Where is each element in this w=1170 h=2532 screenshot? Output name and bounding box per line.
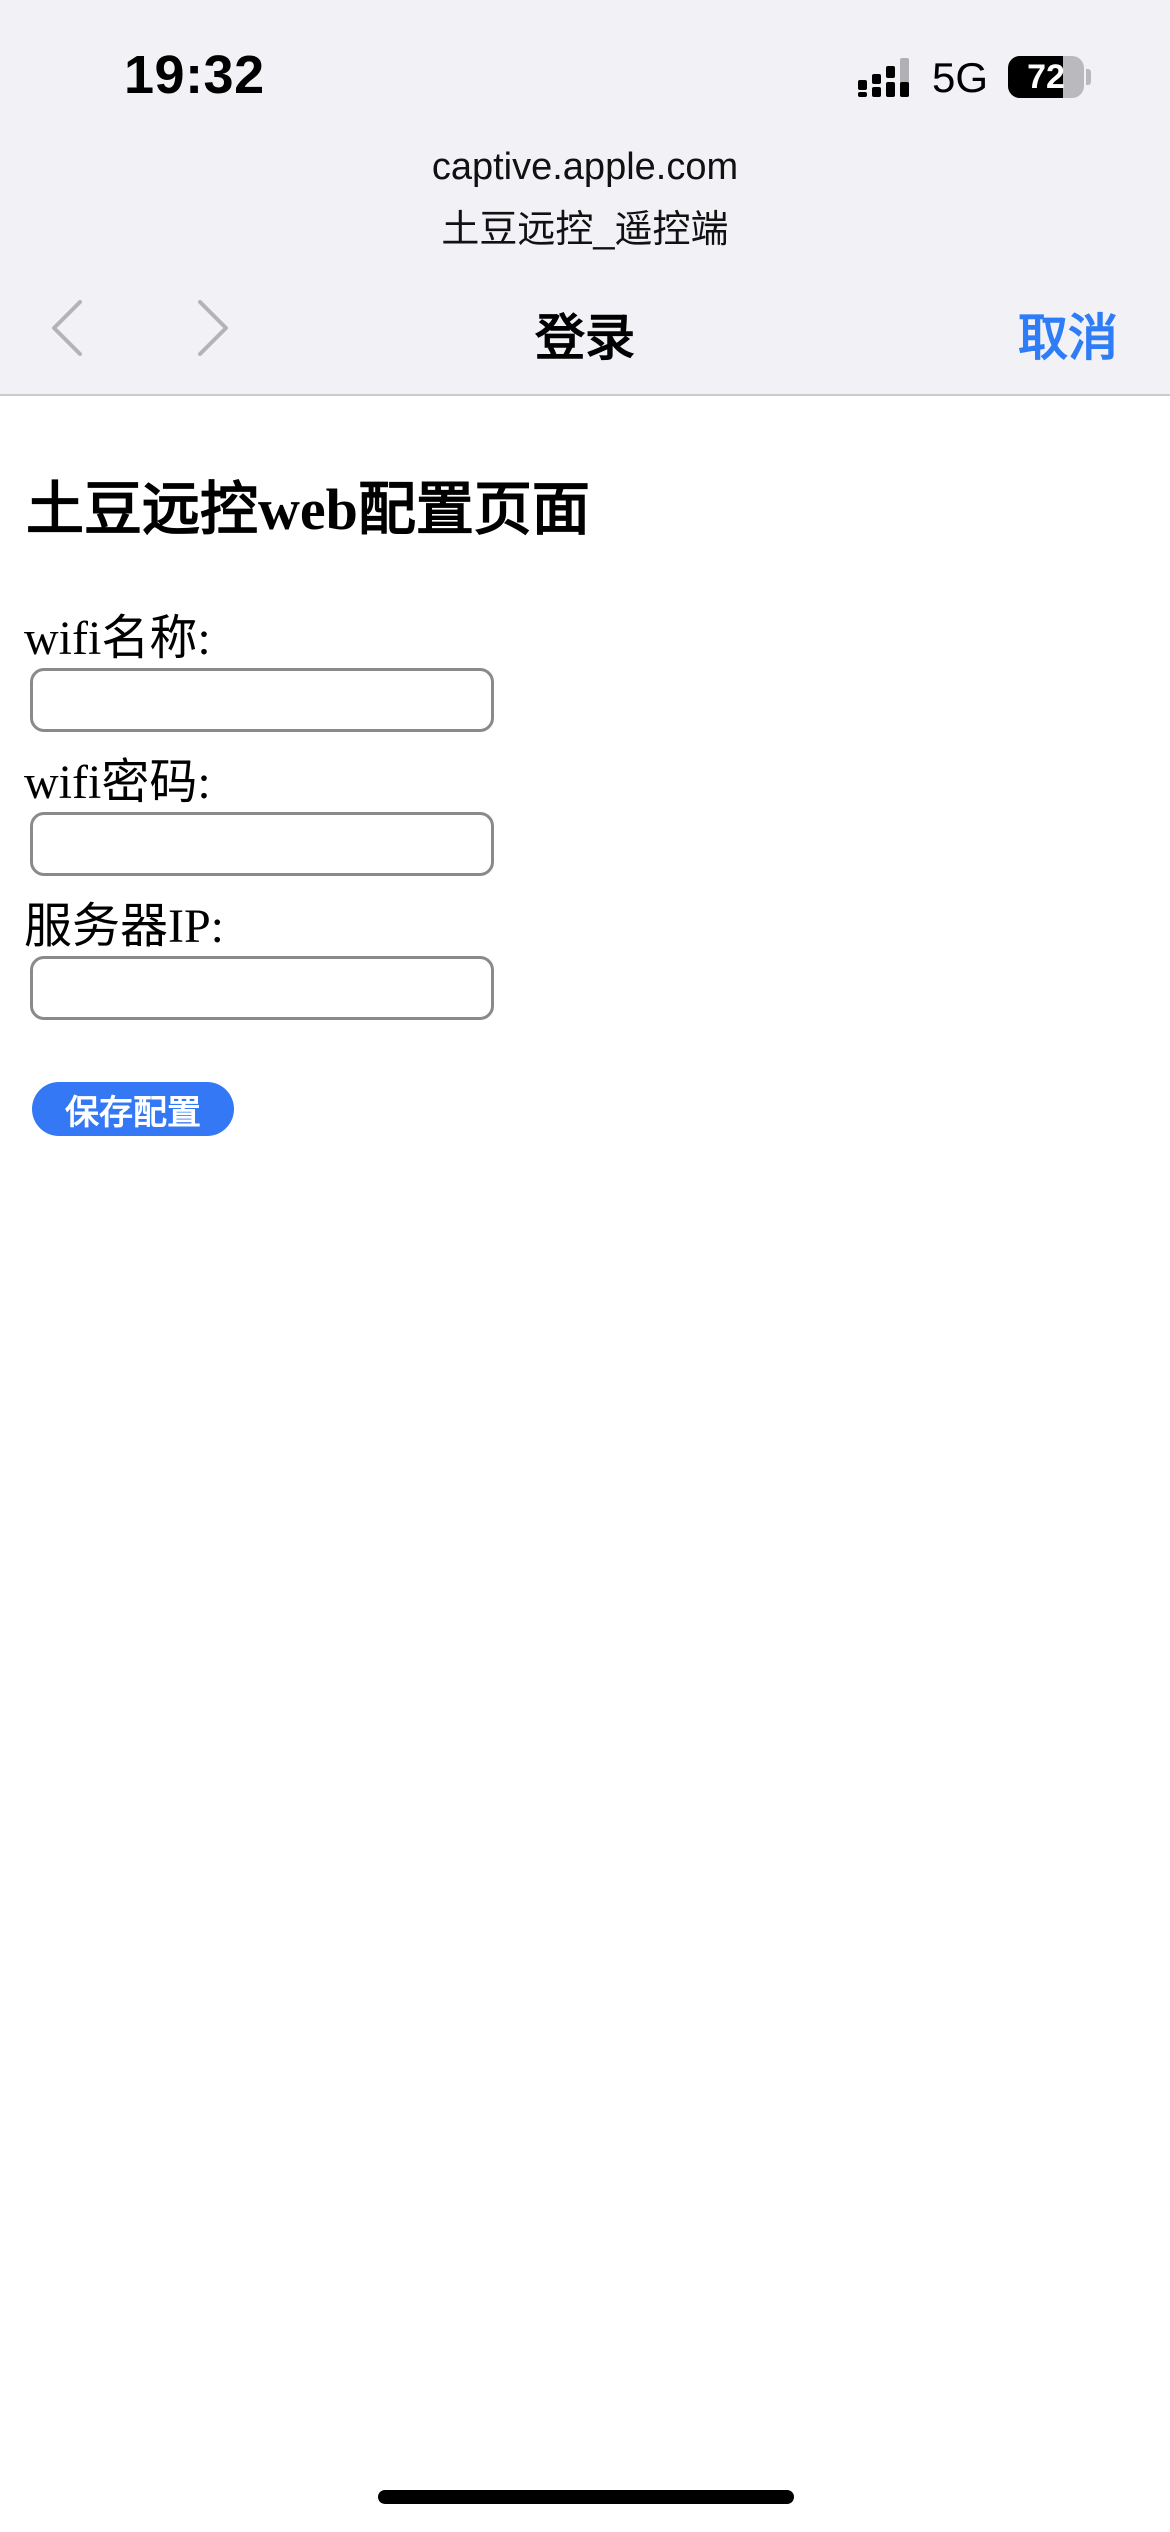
wifi-password-label: wifi密码: (24, 756, 211, 809)
battery-percent: 72 (1027, 58, 1065, 96)
page-title: 登录 (535, 310, 635, 366)
home-indicator[interactable] (378, 2490, 794, 2504)
captive-portal-header: 19:32 5G 72 captive.apple.com 土豆远控_遥控端 登… (0, 0, 1170, 396)
captive-url: captive.apple.com (431, 146, 739, 188)
server-ip-label: 服务器IP: (24, 900, 225, 953)
battery-icon: 72 (1008, 56, 1092, 98)
network-type: 5G (932, 54, 989, 101)
config-page-heading: 土豆远控web配置页面 (26, 477, 590, 542)
cancel-button[interactable]: 取消 (1018, 298, 1118, 370)
status-time: 19:32 (124, 45, 265, 105)
cellular-signal-icon (858, 58, 909, 97)
wifi-name-input[interactable] (30, 668, 494, 732)
wifi-name-label: wifi名称: (24, 612, 211, 665)
network-name: 土豆远控_遥控端 (441, 209, 729, 251)
wifi-password-input[interactable] (30, 812, 494, 876)
server-ip-input[interactable] (30, 956, 494, 1020)
save-config-button[interactable]: 保存配置 (32, 1082, 234, 1136)
